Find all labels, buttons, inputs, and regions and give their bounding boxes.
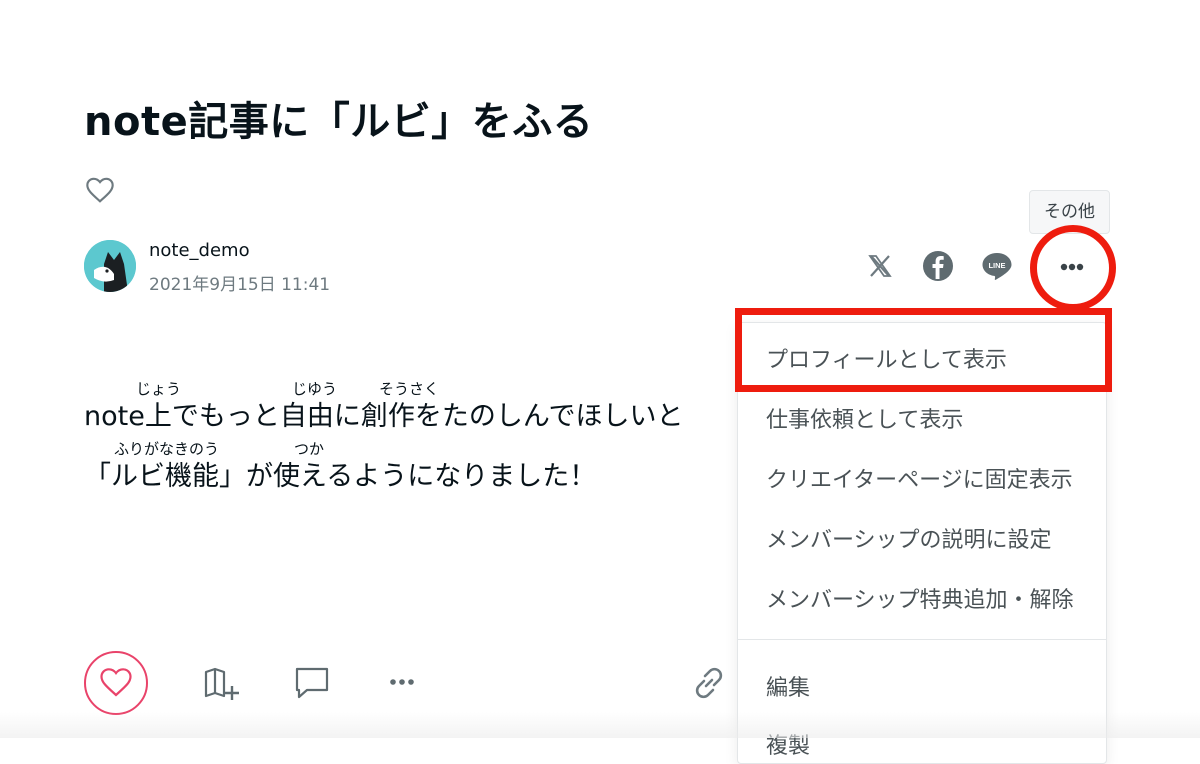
line-icon[interactable]: LINE (979, 248, 1015, 284)
menu-item-pin-to-creator-page[interactable]: クリエイターページに固定表示 (766, 462, 1073, 494)
author-name[interactable]: note_demo (149, 240, 250, 261)
comment-icon[interactable] (293, 664, 331, 702)
avatar[interactable] (84, 240, 136, 292)
menu-item-membership-benefit[interactable]: メンバーシップ特典追加・解除 (766, 582, 1074, 614)
x-icon[interactable] (862, 248, 898, 284)
body-line-1: note上でもっと自由に創作をたのしんでほしいと (84, 401, 684, 432)
post-date: 2021年9月15日 11:41 (149, 275, 331, 295)
heart-icon (100, 668, 132, 697)
like-button[interactable] (84, 651, 148, 715)
menu-item-edit[interactable]: 編集 (766, 670, 810, 702)
facebook-icon[interactable] (920, 248, 956, 284)
line-label: LINE (988, 261, 1005, 270)
highlight-box (735, 308, 1112, 392)
heart-icon[interactable] (84, 174, 116, 206)
menu-item-set-membership-description[interactable]: メンバーシップの説明に設定 (766, 522, 1052, 554)
article-title: note記事に「ルビ」をふる (84, 99, 594, 145)
more-actions-icon[interactable] (385, 670, 419, 694)
bottom-fade (0, 712, 1200, 738)
link-icon[interactable] (690, 664, 728, 702)
cat-avatar-icon (84, 240, 136, 292)
add-to-magazine-icon[interactable] (203, 666, 241, 702)
menu-divider (738, 639, 1106, 640)
more-highlight-circle (1030, 225, 1116, 311)
menu-item-show-as-work-request[interactable]: 仕事依頼として表示 (766, 402, 963, 434)
body-line-2: 「ルビ機能」が使えるようになりました！ (84, 461, 597, 492)
